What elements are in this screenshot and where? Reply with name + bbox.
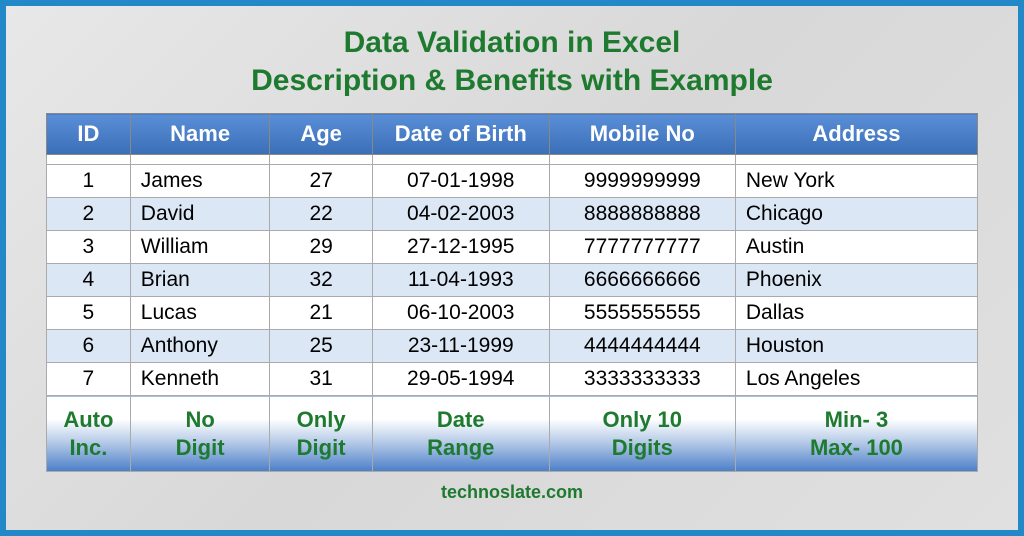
- cell-dob: 11-04-1993: [372, 264, 549, 297]
- cell-mobile: 4444444444: [549, 330, 735, 363]
- validation-name: NoDigit: [130, 396, 270, 472]
- cell-name: David: [130, 198, 270, 231]
- cell-mobile: 9999999999: [549, 165, 735, 198]
- cell-address: Dallas: [735, 297, 977, 330]
- table-row: 3William2927-12-19957777777777Austin: [47, 231, 978, 264]
- header-address: Address: [735, 114, 977, 155]
- site-credit: technoslate.com: [441, 482, 583, 503]
- cell-age: 31: [270, 363, 372, 396]
- cell-address: Los Angeles: [735, 363, 977, 396]
- header-row: ID Name Age Date of Birth Mobile No Addr…: [47, 114, 978, 155]
- page-title: Data Validation in Excel Description & B…: [251, 24, 773, 99]
- validation-id: AutoInc.: [47, 396, 131, 472]
- validation-dob: DateRange: [372, 396, 549, 472]
- cell-id: 5: [47, 297, 131, 330]
- cell-mobile: 6666666666: [549, 264, 735, 297]
- validation-address: Min- 3Max- 100: [735, 396, 977, 472]
- cell-id: 2: [47, 198, 131, 231]
- cell-mobile: 3333333333: [549, 363, 735, 396]
- table-row: 6Anthony2523-11-19994444444444Houston: [47, 330, 978, 363]
- cell-age: 25: [270, 330, 372, 363]
- cell-address: Phoenix: [735, 264, 977, 297]
- cell-id: 3: [47, 231, 131, 264]
- title-line-1: Data Validation in Excel: [251, 24, 773, 62]
- header-age: Age: [270, 114, 372, 155]
- spacer-row: [47, 155, 978, 165]
- cell-dob: 07-01-1998: [372, 165, 549, 198]
- cell-name: Kenneth: [130, 363, 270, 396]
- cell-name: Brian: [130, 264, 270, 297]
- cell-age: 22: [270, 198, 372, 231]
- data-table: ID Name Age Date of Birth Mobile No Addr…: [46, 113, 978, 472]
- validation-row: AutoInc. NoDigit OnlyDigit DateRange Onl…: [47, 396, 978, 472]
- header-dob: Date of Birth: [372, 114, 549, 155]
- table-row: 4Brian3211-04-19936666666666Phoenix: [47, 264, 978, 297]
- cell-dob: 29-05-1994: [372, 363, 549, 396]
- table-row: 5Lucas2106-10-20035555555555Dallas: [47, 297, 978, 330]
- header-id: ID: [47, 114, 131, 155]
- cell-address: New York: [735, 165, 977, 198]
- header-mobile: Mobile No: [549, 114, 735, 155]
- cell-id: 1: [47, 165, 131, 198]
- title-line-2: Description & Benefits with Example: [251, 62, 773, 100]
- cell-age: 21: [270, 297, 372, 330]
- cell-mobile: 7777777777: [549, 231, 735, 264]
- cell-id: 6: [47, 330, 131, 363]
- cell-id: 4: [47, 264, 131, 297]
- cell-age: 29: [270, 231, 372, 264]
- table-row: 7Kenneth3129-05-19943333333333Los Angele…: [47, 363, 978, 396]
- cell-address: Chicago: [735, 198, 977, 231]
- validation-mobile: Only 10Digits: [549, 396, 735, 472]
- cell-dob: 27-12-1995: [372, 231, 549, 264]
- cell-mobile: 8888888888: [549, 198, 735, 231]
- header-name: Name: [130, 114, 270, 155]
- cell-mobile: 5555555555: [549, 297, 735, 330]
- table-row: 1James2707-01-19989999999999New York: [47, 165, 978, 198]
- cell-dob: 23-11-1999: [372, 330, 549, 363]
- cell-id: 7: [47, 363, 131, 396]
- cell-name: Anthony: [130, 330, 270, 363]
- cell-name: Lucas: [130, 297, 270, 330]
- cell-age: 27: [270, 165, 372, 198]
- cell-address: Houston: [735, 330, 977, 363]
- cell-name: William: [130, 231, 270, 264]
- cell-name: James: [130, 165, 270, 198]
- cell-dob: 06-10-2003: [372, 297, 549, 330]
- cell-age: 32: [270, 264, 372, 297]
- cell-dob: 04-02-2003: [372, 198, 549, 231]
- cell-address: Austin: [735, 231, 977, 264]
- table-row: 2David2204-02-20038888888888Chicago: [47, 198, 978, 231]
- validation-age: OnlyDigit: [270, 396, 372, 472]
